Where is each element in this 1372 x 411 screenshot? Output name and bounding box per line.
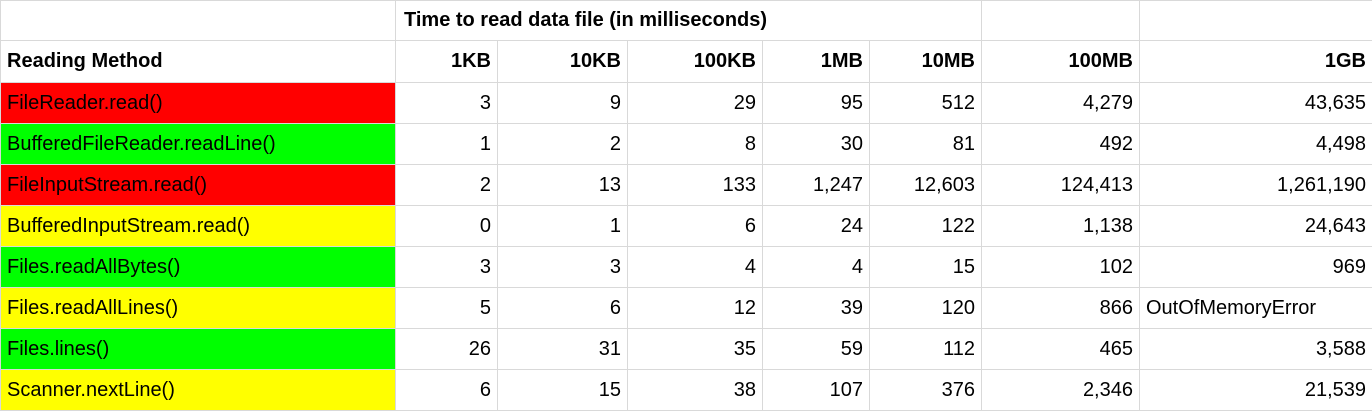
value-cell: 2	[498, 124, 628, 165]
value-cell: 3	[396, 247, 498, 288]
value-cell: 21,539	[1140, 370, 1372, 411]
table-row: FileReader.read()3929955124,27943,635	[1, 83, 1372, 124]
table-row: BufferedFileReader.readLine()12830814924…	[1, 124, 1372, 165]
empty-cell	[1140, 1, 1372, 41]
value-cell: 8	[628, 124, 763, 165]
reading-methods-table: Time to read data file (in milliseconds)…	[0, 0, 1372, 411]
value-cell: 4	[763, 247, 870, 288]
table-row: Files.readAllBytes()334415102969	[1, 247, 1372, 288]
value-cell: 43,635	[1140, 83, 1372, 124]
value-cell: 122	[870, 206, 982, 247]
method-cell: Files.readAllBytes()	[1, 247, 396, 288]
method-cell: FileInputStream.read()	[1, 165, 396, 206]
column-header-1kb: 1KB	[396, 41, 498, 83]
value-cell: 2,346	[982, 370, 1140, 411]
table-row: Files.readAllLines()561239120866OutOfMem…	[1, 288, 1372, 329]
column-header-1gb: 1GB	[1140, 41, 1372, 83]
method-cell: Files.readAllLines()	[1, 288, 396, 329]
value-cell: 107	[763, 370, 870, 411]
value-cell: 35	[628, 329, 763, 370]
column-header-1mb: 1MB	[763, 41, 870, 83]
value-cell: 492	[982, 124, 1140, 165]
column-header-100kb: 100KB	[628, 41, 763, 83]
value-cell: 3,588	[1140, 329, 1372, 370]
value-cell: 24	[763, 206, 870, 247]
method-cell: FileReader.read()	[1, 83, 396, 124]
method-cell: Files.lines()	[1, 329, 396, 370]
super-header: Time to read data file (in milliseconds)	[396, 1, 982, 41]
value-cell: 133	[628, 165, 763, 206]
value-cell: 12,603	[870, 165, 982, 206]
value-cell: 26	[396, 329, 498, 370]
table-row: FileInputStream.read()2131331,24712,6031…	[1, 165, 1372, 206]
value-cell: 6	[628, 206, 763, 247]
value-cell: OutOfMemoryError	[1140, 288, 1372, 329]
value-cell: 5	[396, 288, 498, 329]
value-cell: 6	[396, 370, 498, 411]
value-cell: 13	[498, 165, 628, 206]
value-cell: 12	[628, 288, 763, 329]
method-cell: BufferedFileReader.readLine()	[1, 124, 396, 165]
value-cell: 969	[1140, 247, 1372, 288]
value-cell: 512	[870, 83, 982, 124]
value-cell: 124,413	[982, 165, 1140, 206]
empty-cell	[1, 1, 396, 41]
value-cell: 102	[982, 247, 1140, 288]
value-cell: 29	[628, 83, 763, 124]
value-cell: 38	[628, 370, 763, 411]
value-cell: 15	[870, 247, 982, 288]
value-cell: 9	[498, 83, 628, 124]
column-header-10kb: 10KB	[498, 41, 628, 83]
value-cell: 4	[628, 247, 763, 288]
value-cell: 15	[498, 370, 628, 411]
value-cell: 2	[396, 165, 498, 206]
value-cell: 0	[396, 206, 498, 247]
column-header-method: Reading Method	[1, 41, 396, 83]
value-cell: 24,643	[1140, 206, 1372, 247]
value-cell: 30	[763, 124, 870, 165]
super-header-row: Time to read data file (in milliseconds)	[1, 1, 1372, 41]
value-cell: 1	[396, 124, 498, 165]
value-cell: 1,138	[982, 206, 1140, 247]
value-cell: 120	[870, 288, 982, 329]
table-row: Scanner.nextLine()615381073762,34621,539	[1, 370, 1372, 411]
value-cell: 4,279	[982, 83, 1140, 124]
column-header-10mb: 10MB	[870, 41, 982, 83]
column-header-row: Reading Method 1KB 10KB 100KB 1MB 10MB 1…	[1, 41, 1372, 83]
table-row: BufferedInputStream.read()016241221,1382…	[1, 206, 1372, 247]
value-cell: 376	[870, 370, 982, 411]
empty-cell	[982, 1, 1140, 41]
value-cell: 3	[396, 83, 498, 124]
value-cell: 6	[498, 288, 628, 329]
value-cell: 81	[870, 124, 982, 165]
value-cell: 1,261,190	[1140, 165, 1372, 206]
value-cell: 112	[870, 329, 982, 370]
value-cell: 39	[763, 288, 870, 329]
column-header-100mb: 100MB	[982, 41, 1140, 83]
method-cell: Scanner.nextLine()	[1, 370, 396, 411]
value-cell: 59	[763, 329, 870, 370]
value-cell: 4,498	[1140, 124, 1372, 165]
value-cell: 95	[763, 83, 870, 124]
value-cell: 1,247	[763, 165, 870, 206]
value-cell: 3	[498, 247, 628, 288]
method-cell: BufferedInputStream.read()	[1, 206, 396, 247]
table-row: Files.lines()263135591124653,588	[1, 329, 1372, 370]
value-cell: 866	[982, 288, 1140, 329]
value-cell: 465	[982, 329, 1140, 370]
value-cell: 31	[498, 329, 628, 370]
value-cell: 1	[498, 206, 628, 247]
